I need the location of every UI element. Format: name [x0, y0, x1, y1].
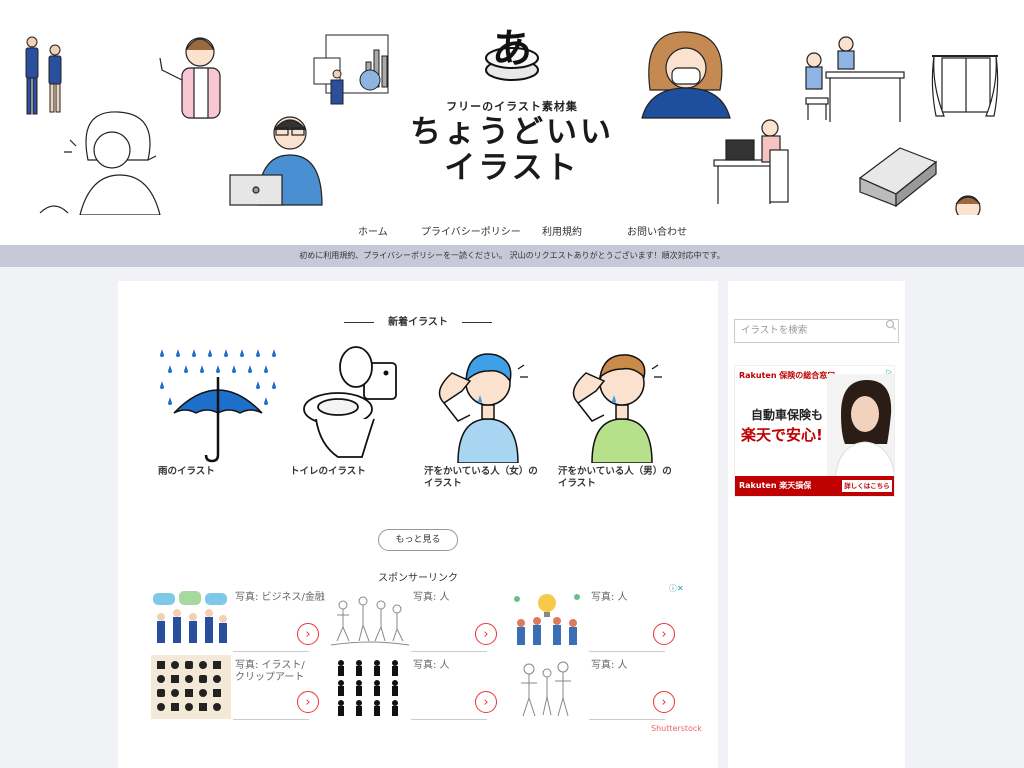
- ad-provider-label[interactable]: Shutterstock: [651, 724, 702, 733]
- nav-terms[interactable]: 利用規約: [542, 223, 582, 238]
- chevron-right-icon[interactable]: ›: [475, 691, 497, 713]
- illust-caption: 汗をかいている人（女）の イラスト: [424, 466, 538, 489]
- ad-item[interactable]: 写真: 人 ›: [329, 655, 507, 723]
- sidebar: イラストを検索 Rakuten 保険の総合窓口 ▷ 自動車保険も 楽天で安心! …: [728, 281, 905, 768]
- illust-caption: 雨のイラスト: [158, 466, 215, 477]
- ad-item[interactable]: 写真: 人 ›: [507, 655, 685, 723]
- toilet-icon: [303, 346, 397, 458]
- ad-image-business: [151, 587, 231, 651]
- ad-item[interactable]: 写真: ビジネス/金融 ›: [151, 587, 329, 655]
- ad-image-people-idea: [507, 587, 587, 651]
- illust-card[interactable]: トイレのイラスト: [290, 343, 416, 478]
- presentation-illustration: [313, 34, 389, 105]
- main-content: 新着イラスト 雨のイラスト トイレのイラスト 汗をかいている人（女）の イラスト…: [118, 281, 718, 768]
- banner-top-text: Rakuten 保険の総合窓口: [739, 371, 836, 380]
- section-title: 新着イラスト: [118, 313, 718, 328]
- ad-text: 写真: ビジネス/金融: [235, 592, 325, 603]
- illust-card[interactable]: 雨のイラスト: [158, 343, 284, 478]
- illust-caption: トイレのイラスト: [290, 466, 366, 477]
- site-header: あ フリーのイラスト素材集 ちょうどいい イラスト ホーム プライバシーポリシー…: [0, 0, 1024, 245]
- ad-image-silhouettes: [329, 655, 409, 719]
- ad-item[interactable]: 写真: イラスト/ クリップアート ›: [151, 655, 329, 723]
- woman-portrait-image: [827, 374, 894, 478]
- banner-details-button[interactable]: 詳しくはこちら: [842, 480, 892, 492]
- illust-caption: 汗をかいている人（男）の イラスト: [558, 466, 672, 489]
- ad-text: 写真: イラスト/ クリップアート: [235, 660, 305, 683]
- nav-contact[interactable]: お問い合わせ: [627, 223, 687, 238]
- ad-text: 写真: 人: [413, 592, 450, 603]
- ad-item[interactable]: 写真: 人 ›: [329, 587, 507, 655]
- ad-text: 写真: 人: [591, 660, 628, 671]
- chevron-right-icon[interactable]: ›: [653, 691, 675, 713]
- ad-image-icons: [151, 655, 231, 719]
- more-button[interactable]: もっと見る: [378, 529, 458, 551]
- banner-footer: Rakuten 楽天損保 詳しくはこちら: [735, 476, 894, 496]
- ad-image-people-sketch: [329, 587, 409, 651]
- sweating-woman-icon: [438, 353, 528, 463]
- sponsor-label: スポンサーリンク: [378, 573, 458, 584]
- rakuten-ad-banner[interactable]: Rakuten 保険の総合窓口 ▷ 自動車保険も 楽天で安心! Rakuten …: [734, 365, 895, 497]
- notice-bar: 初めに利用規約、プライバシーポリシーを一読ください。 沢山のリクエストありがとう…: [0, 245, 1024, 267]
- sweating-man-icon: [572, 354, 662, 463]
- banner-footer-brand: Rakuten 楽天損保: [739, 481, 812, 490]
- nav-home[interactable]: ホーム: [358, 223, 388, 238]
- site-title[interactable]: ちょうどいい イラスト: [0, 114, 1024, 186]
- site-title-line2: イラスト: [444, 150, 580, 186]
- illust-card[interactable]: 汗をかいている人（男）の イラスト: [558, 343, 684, 490]
- chevron-right-icon[interactable]: ›: [297, 623, 319, 645]
- nav-privacy-policy[interactable]: プライバシーポリシー: [421, 223, 521, 238]
- site-tagline: フリーのイラスト素材集: [446, 100, 578, 113]
- logo-mark-icon: あ: [485, 26, 539, 81]
- ad-item[interactable]: 写真: 人 ›: [507, 587, 685, 655]
- banner-line1: 自動車保険も: [751, 408, 824, 422]
- ad-grid: ⓘ✕ 写真: ビジネス/金融 › 写真: 人 › 写真: 人 › 写真: イラス…: [151, 584, 702, 737]
- banner-line2: 楽天で安心!: [741, 426, 823, 444]
- ad-image-family-sketch: [507, 655, 587, 719]
- global-nav: ホーム プライバシーポリシー 利用規約 お問い合わせ: [0, 218, 1024, 240]
- svg-text:あ: あ: [492, 26, 532, 72]
- chevron-right-icon[interactable]: ›: [297, 691, 319, 713]
- chevron-right-icon[interactable]: ›: [653, 623, 675, 645]
- illust-card[interactable]: 汗をかいている人（女）の イラスト: [424, 343, 550, 490]
- chevron-right-icon[interactable]: ›: [475, 623, 497, 645]
- ad-text: 写真: 人: [591, 592, 628, 603]
- search-icon[interactable]: [885, 319, 897, 331]
- site-title-line1: ちょうどいい: [410, 114, 614, 150]
- ad-text: 写真: 人: [413, 660, 450, 671]
- umbrella-rain-icon: [160, 349, 276, 463]
- search-input[interactable]: イラストを検索: [734, 319, 899, 343]
